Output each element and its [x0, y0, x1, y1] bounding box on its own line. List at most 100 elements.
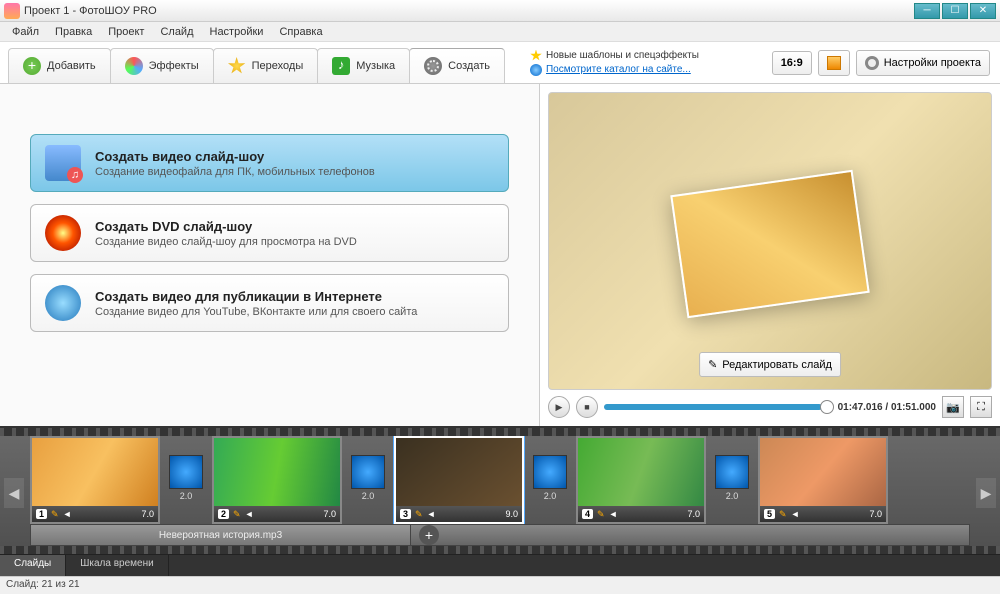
slide-image	[214, 438, 340, 506]
edit-icon[interactable]: ✎	[597, 509, 605, 520]
edit-icon[interactable]: ✎	[233, 509, 241, 520]
option-text: Создать видео для публикации в Интернете…	[95, 289, 417, 318]
transition-icon	[351, 455, 385, 489]
option-video[interactable]: Создать видео слайд-шоуСоздание видеофай…	[30, 134, 509, 192]
transition-thumb[interactable]: 2.0	[532, 455, 568, 505]
transition-duration: 2.0	[544, 491, 557, 501]
edit-slide-button[interactable]: ✎ Редактировать слайд	[699, 352, 841, 377]
tab-label: Музыка	[356, 60, 395, 72]
tab-create[interactable]: Создать	[409, 48, 505, 83]
notice-box: Новые шаблоны и спецэффекты Посмотрите к…	[522, 50, 766, 76]
tab-label: Добавить	[47, 60, 96, 72]
option-text: Создать DVD слайд-шоуСоздание видео слай…	[95, 219, 357, 248]
slide-duration: 7.0	[687, 509, 700, 519]
transition-thumb[interactable]: 2.0	[714, 455, 750, 505]
project-settings-button[interactable]: Настройки проекта	[856, 50, 990, 76]
slide-thumb[interactable]: 5✎◄7.0	[758, 436, 888, 524]
main-tabs: Добавить ЭффектыПереходы Музыка Создать	[0, 42, 512, 83]
statusbar: Слайд: 21 из 21	[0, 576, 1000, 594]
fullscreen-button[interactable]: ⛶	[970, 396, 992, 418]
gear-icon	[865, 56, 879, 70]
tab-label: Создать	[448, 60, 490, 72]
preview-canvas[interactable]: ✎ Редактировать слайд	[548, 92, 992, 390]
transition-duration: 2.0	[180, 491, 193, 501]
slide-thumb[interactable]: 1✎◄7.0	[30, 436, 160, 524]
slide-bar: 2✎◄7.0	[214, 506, 340, 522]
theme-button[interactable]	[818, 50, 850, 76]
slide-image	[32, 438, 158, 506]
add-icon	[23, 57, 41, 75]
tab-music[interactable]: Музыка	[317, 48, 410, 83]
slide-image	[396, 438, 522, 506]
menu-Справка[interactable]: Справка	[271, 24, 330, 40]
close-button[interactable]: ✕	[970, 3, 996, 19]
progress-bar[interactable]	[604, 404, 832, 410]
slide-image	[578, 438, 704, 506]
dvd-icon	[45, 215, 81, 251]
slide-number: 3	[400, 509, 411, 519]
sound-icon: ◄	[245, 509, 254, 519]
aspect-ratio-button[interactable]: 16:9	[772, 51, 812, 75]
transition-thumb[interactable]: 2.0	[168, 455, 204, 505]
option-dvd[interactable]: Создать DVD слайд-шоуСоздание видео слай…	[30, 204, 509, 262]
maximize-button[interactable]: ☐	[942, 3, 968, 19]
tab-star[interactable]: Переходы	[213, 48, 319, 83]
slide-thumb[interactable]: 3✎◄9.0	[394, 436, 524, 524]
fx-icon	[125, 57, 143, 75]
create-panel: Создать видео слайд-шоуСоздание видеофай…	[0, 84, 540, 426]
transition-icon	[169, 455, 203, 489]
menubar: ФайлПравкаПроектСлайдНастройкиСправка	[0, 22, 1000, 42]
option-web[interactable]: Создать видео для публикации в Интернете…	[30, 274, 509, 332]
menu-Слайд[interactable]: Слайд	[152, 24, 201, 40]
edit-icon[interactable]: ✎	[779, 509, 787, 520]
playback-controls: ▶ ■ 01:47.016 / 01:51.000 📷 ⛶	[548, 390, 992, 418]
audio-file[interactable]: Невероятная история.mp3	[31, 525, 411, 545]
stop-button[interactable]: ■	[576, 396, 598, 418]
slide-number: 4	[582, 509, 593, 519]
slide-number: 5	[764, 509, 775, 519]
edit-slide-label: Редактировать слайд	[722, 359, 832, 371]
aspect-label: 16:9	[781, 57, 803, 69]
sound-icon: ◄	[609, 509, 618, 519]
slide-bar: 5✎◄7.0	[760, 506, 886, 522]
slide-duration: 9.0	[505, 509, 518, 519]
menu-Правка[interactable]: Правка	[47, 24, 100, 40]
slide-duration: 7.0	[869, 509, 882, 519]
transition-duration: 2.0	[362, 491, 375, 501]
main-area: Создать видео слайд-шоуСоздание видеофай…	[0, 84, 1000, 426]
option-text: Создать видео слайд-шоуСоздание видеофай…	[95, 149, 375, 178]
edit-icon[interactable]: ✎	[51, 509, 59, 520]
star-icon	[530, 50, 542, 62]
timeline-next-button[interactable]: ▶	[976, 478, 996, 508]
toolbar: Добавить ЭффектыПереходы Музыка Создать Нов…	[0, 42, 1000, 84]
timeline-prev-button[interactable]: ◀	[4, 478, 24, 508]
audio-track: Невероятная история.mp3 +	[30, 524, 970, 546]
view-tab-1[interactable]: Шкала времени	[66, 555, 168, 576]
view-tab-0[interactable]: Слайды	[0, 555, 66, 576]
slide-bar: 4 ✎ ◄ 7.0	[578, 506, 704, 522]
snapshot-button[interactable]: 📷	[942, 396, 964, 418]
slide-duration: 7.0	[141, 509, 154, 519]
minimize-button[interactable]: ─	[914, 3, 940, 19]
slide-thumb[interactable]: 2✎◄7.0	[212, 436, 342, 524]
video-icon	[45, 145, 81, 181]
tab-fx[interactable]: Эффекты	[110, 48, 214, 83]
star-icon	[228, 57, 246, 75]
tab-add[interactable]: Добавить	[8, 48, 111, 83]
catalog-link[interactable]: Посмотрите каталог на сайте...	[546, 64, 691, 75]
edit-icon[interactable]: ✎	[415, 509, 423, 520]
slides-row: 1✎◄7.02.02✎◄7.02.03✎◄9.02.04✎◄7.02.05✎◄7…	[0, 436, 1000, 524]
slide-thumb[interactable]: 4 ✎ ◄ 7.0	[576, 436, 706, 524]
play-button[interactable]: ▶	[548, 396, 570, 418]
slide-duration: 7.0	[323, 509, 336, 519]
menu-Файл[interactable]: Файл	[4, 24, 47, 40]
theme-icon	[827, 56, 841, 70]
menu-Настройки[interactable]: Настройки	[202, 24, 272, 40]
menu-Проект[interactable]: Проект	[100, 24, 152, 40]
notice-templates: Новые шаблоны и спецэффекты	[546, 50, 699, 61]
add-audio-button[interactable]: +	[419, 525, 439, 545]
film-strip-top	[0, 428, 1000, 436]
transition-thumb[interactable]: 2.0	[350, 455, 386, 505]
window-title: Проект 1 - ФотоШОУ PRO	[24, 5, 914, 17]
music-icon	[332, 57, 350, 75]
